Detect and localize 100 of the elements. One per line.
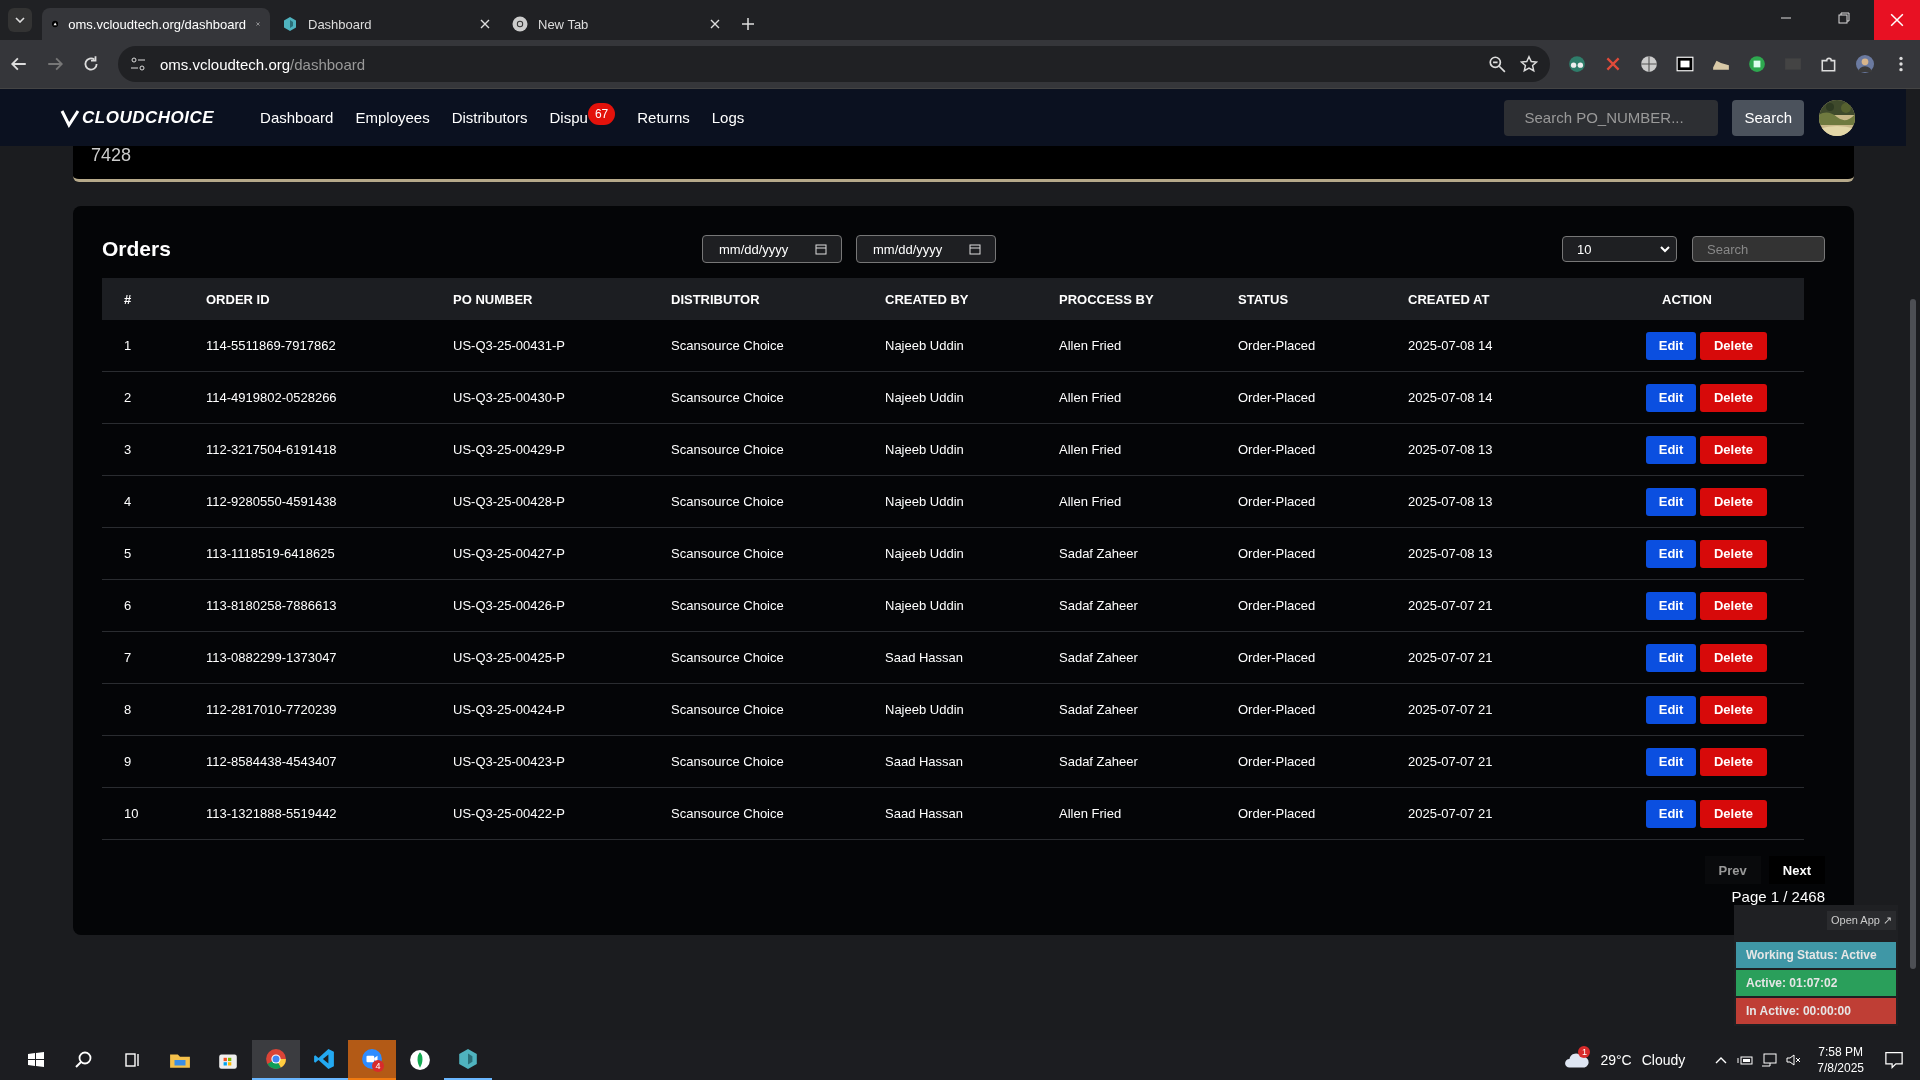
table-cell: Scansource Choice	[655, 475, 869, 528]
delete-button[interactable]: Delete	[1700, 383, 1767, 412]
nav-link[interactable]: Logs	[711, 109, 745, 126]
edit-button[interactable]: Edit	[1646, 435, 1696, 464]
table-cell: 6	[102, 579, 190, 632]
next-button[interactable]: Next	[1768, 856, 1825, 884]
edit-button[interactable]: Edit	[1646, 799, 1696, 828]
nav-link[interactable]: Dispu	[549, 109, 588, 126]
table-cell: 2025-07-07 21	[1392, 735, 1646, 788]
table-cell: Order-Placed	[1222, 527, 1392, 580]
table-cell: Najeeb Uddin	[869, 527, 1043, 580]
table-cell: Najeeb Uddin	[869, 475, 1043, 528]
delete-button[interactable]: Delete	[1700, 747, 1767, 776]
table-cell: US-Q3-25-00422-P	[437, 787, 655, 840]
orders-title: Orders	[102, 237, 172, 261]
glasses-extension-icon[interactable]	[1568, 55, 1586, 73]
back-icon[interactable]	[10, 55, 28, 73]
calendar-icon[interactable]	[815, 243, 827, 255]
table-cell: 10	[102, 787, 190, 840]
date-field[interactable]: mm/dd/yyyy	[702, 235, 842, 263]
delete-button[interactable]: Delete	[1700, 487, 1767, 516]
square-extension-icon[interactable]	[1676, 55, 1694, 73]
edit-button[interactable]: Edit	[1646, 591, 1696, 620]
search-icon[interactable]	[74, 1050, 94, 1070]
search-field[interactable]: Search PO_NUMBER...	[1504, 99, 1719, 136]
close-icon[interactable]	[480, 19, 490, 29]
calendar-icon[interactable]	[969, 243, 981, 255]
network-icon[interactable]	[1761, 1052, 1778, 1068]
edit-button[interactable]: Edit	[1646, 747, 1696, 776]
edit-button[interactable]: Edit	[1646, 643, 1696, 672]
delete-button[interactable]: Delete	[1700, 643, 1767, 672]
table-cell: 112-8584438-4543407	[190, 735, 437, 788]
task-view-icon[interactable]	[122, 1050, 142, 1070]
browser-tab[interactable]: oms.vcloudtech.org/dashboard	[42, 8, 270, 40]
puzzle-icon[interactable]	[1820, 55, 1838, 73]
nav-link[interactable]: Distributors	[451, 109, 528, 126]
page-size-select[interactable]: 10	[1562, 236, 1677, 262]
page-info: Page 1 / 2468	[1731, 888, 1825, 905]
globe-extension-icon[interactable]	[1640, 55, 1658, 73]
delete-button[interactable]: Delete	[1700, 435, 1767, 464]
status-bar: In Active: 00:00:00	[1736, 998, 1896, 1024]
restore-icon[interactable]	[1838, 12, 1850, 24]
taskbar-app[interactable]: 4	[348, 1040, 396, 1080]
delete-button[interactable]: Delete	[1700, 695, 1767, 724]
forward-icon[interactable]	[46, 55, 64, 73]
reload-icon[interactable]	[82, 55, 100, 73]
table-cell: Scansource Choice	[655, 735, 869, 788]
muted-speaker-icon[interactable]	[1785, 1052, 1802, 1068]
browser-tab[interactable]: Dashboard	[272, 8, 500, 40]
clock[interactable]: 7:58 PM 7/8/2025	[1817, 1044, 1864, 1076]
site-settings-icon[interactable]	[130, 56, 146, 72]
table-cell: 3	[102, 423, 190, 476]
edit-button[interactable]: Edit	[1646, 487, 1696, 516]
table-cell: 2025-07-08 14	[1392, 371, 1646, 424]
table-cell: Order-Placed	[1222, 579, 1392, 632]
weather-condition: Cloudy	[1641, 1052, 1686, 1068]
table-cell: Scansource Choice	[655, 683, 869, 736]
table-cell: 9	[102, 735, 190, 788]
table-cell: Saad Hassan	[869, 631, 1043, 684]
search-field[interactable]: Search	[1692, 236, 1825, 262]
column-header: CREATED BY	[869, 278, 1043, 320]
count-badge: 67	[587, 102, 616, 125]
edit-button[interactable]: Edit	[1646, 331, 1696, 360]
date-field[interactable]: mm/dd/yyyy	[856, 235, 996, 263]
taskbar-app[interactable]	[252, 1040, 300, 1080]
nav-link[interactable]: Returns	[637, 109, 690, 126]
close-icon[interactable]	[710, 19, 720, 29]
url-text: oms.vcloudtech.org/dashboard	[160, 55, 366, 73]
table-cell: 4	[102, 475, 190, 528]
column-header: ORDER ID	[190, 278, 437, 320]
new-tab-icon[interactable]	[742, 18, 754, 30]
code-editor-logo-icon	[313, 1048, 335, 1070]
edit-button[interactable]: Edit	[1646, 695, 1696, 724]
delete-button[interactable]: Delete	[1700, 331, 1767, 360]
delete-button[interactable]: Delete	[1700, 539, 1767, 568]
nav-link[interactable]: Dashboard	[260, 109, 334, 126]
delete-button[interactable]: Delete	[1700, 799, 1767, 828]
table-cell: Sadaf Zaheer	[1043, 579, 1222, 632]
edit-button[interactable]: Edit	[1646, 383, 1696, 412]
profile-avatar-icon[interactable]	[1856, 55, 1874, 73]
column-header: PROCCESS BY	[1043, 278, 1222, 320]
search-button[interactable]: Search	[1732, 99, 1804, 136]
zoom-icon[interactable]	[1488, 55, 1506, 73]
table-cell: US-Q3-25-00428-P	[437, 475, 655, 528]
open-app-link[interactable]: Open App ↗	[1827, 911, 1896, 930]
edit-button[interactable]: Edit	[1646, 539, 1696, 568]
windows-start-icon[interactable]	[26, 1050, 46, 1070]
star-icon[interactable]	[1520, 55, 1538, 73]
nav-link[interactable]: Employees	[355, 109, 430, 126]
tab-search-button[interactable]	[8, 8, 32, 32]
address-bar[interactable]: oms.vcloudtech.org/dashboard	[118, 46, 1550, 82]
browser-tab[interactable]: New Tab	[502, 8, 730, 40]
caret-icon	[15, 17, 25, 23]
cross-extension-icon[interactable]	[1604, 55, 1622, 73]
table-cell: Scansource Choice	[655, 579, 869, 632]
table-cell: Order-Placed	[1222, 787, 1392, 840]
delete-button[interactable]: Delete	[1700, 591, 1767, 620]
notification-icon[interactable]	[1884, 1050, 1904, 1070]
table-cell: 114-5511869-7917862	[190, 320, 437, 372]
table-cell: Sadaf Zaheer	[1043, 631, 1222, 684]
